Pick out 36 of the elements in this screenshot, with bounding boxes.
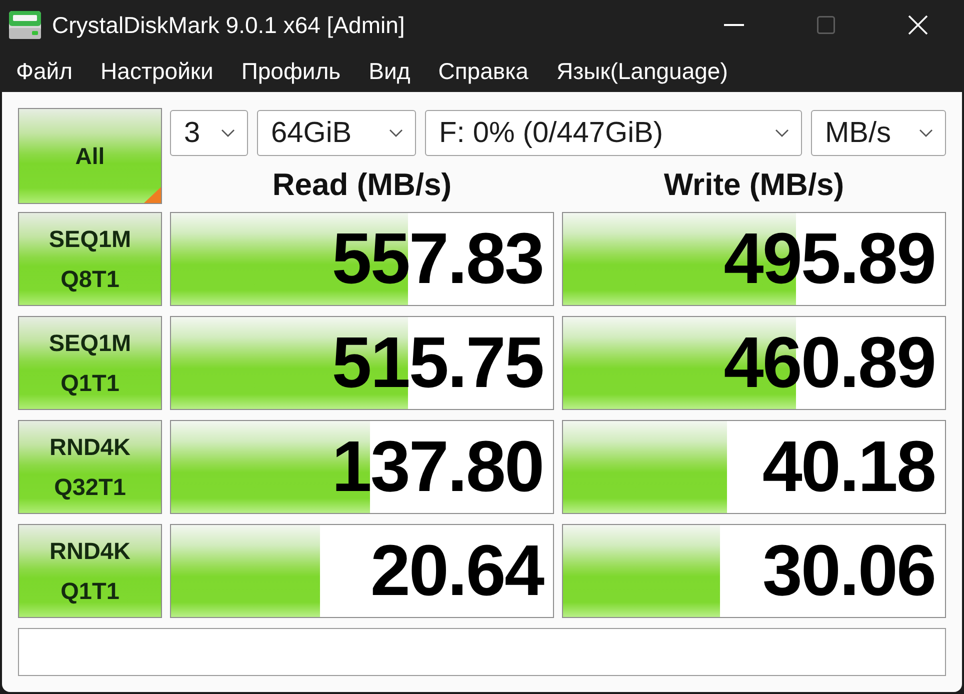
count-dropdown[interactable]: 3: [170, 110, 248, 156]
minimize-icon: [724, 24, 744, 26]
menu-item[interactable]: Язык(Language): [554, 54, 730, 88]
result-value: 460.89: [724, 323, 936, 403]
test-button[interactable]: RND4K Q32T1: [18, 420, 162, 514]
close-icon: [908, 15, 928, 35]
menu-item[interactable]: Файл: [14, 54, 75, 88]
all-tests-button[interactable]: All: [18, 108, 162, 204]
result-value: 30.06: [762, 531, 936, 611]
unit-dropdown[interactable]: MB/s: [811, 110, 946, 156]
menu-item[interactable]: Профиль: [239, 54, 343, 88]
result-value: 137.80: [332, 427, 544, 507]
maximize-icon: [817, 16, 835, 34]
corner-triangle-icon: [144, 187, 161, 203]
result-value: 515.75: [332, 323, 544, 403]
result-value: 495.89: [724, 219, 936, 299]
window-title: CrystalDiskMark 9.0.1 x64 [Admin]: [52, 12, 405, 38]
comment-field[interactable]: [18, 628, 946, 676]
disk-drive-icon: [8, 10, 42, 40]
column-header: Write (MB/s): [664, 167, 844, 203]
test-button[interactable]: RND4K Q1T1: [18, 524, 162, 618]
drive-dropdown[interactable]: F: 0% (0/447GiB): [425, 110, 802, 156]
column-header: Read (MB/s): [272, 167, 452, 203]
menu-item[interactable]: Вид: [366, 54, 412, 88]
result-value: 20.64: [370, 531, 545, 611]
result-value: 557.83: [332, 219, 544, 299]
size-dropdown[interactable]: 64GiB: [257, 110, 416, 156]
menu-item[interactable]: Справка: [436, 54, 530, 88]
chevron-down-icon: [221, 129, 235, 137]
test-button[interactable]: SEQ1M Q1T1: [18, 316, 162, 410]
test-button[interactable]: SEQ1M Q8T1: [18, 212, 162, 306]
chevron-down-icon: [389, 129, 403, 137]
menu-item[interactable]: Настройки: [98, 54, 216, 88]
chevron-down-icon: [775, 129, 789, 137]
result-value: 40.18: [762, 427, 936, 507]
chevron-down-icon: [919, 129, 933, 137]
